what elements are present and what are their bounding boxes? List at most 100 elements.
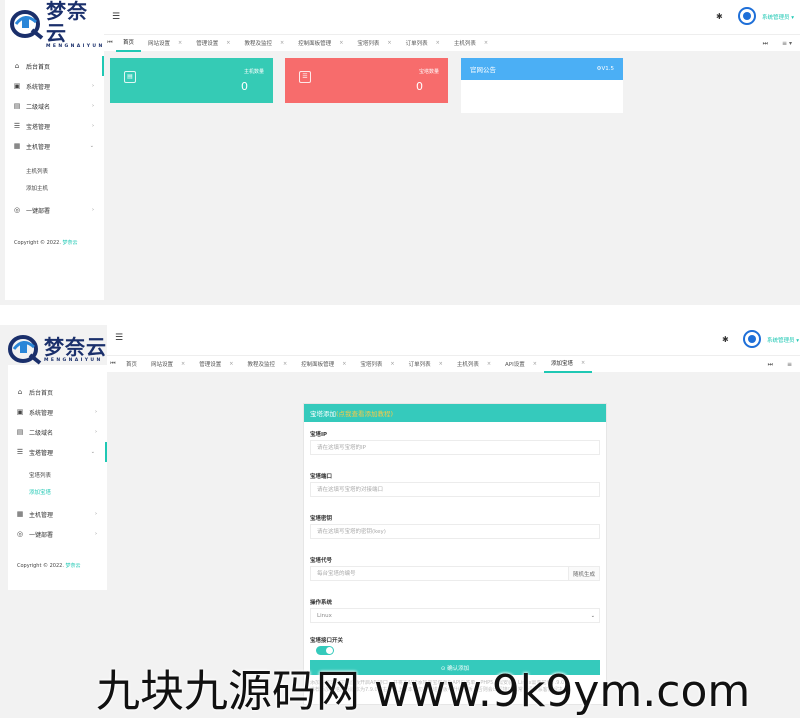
user-menu[interactable]: 系统管理员 ▾ — [767, 336, 799, 344]
sidebar-subitem-host-list[interactable]: 主机列表 — [5, 162, 104, 179]
tab-close-icon[interactable]: × — [226, 40, 230, 46]
tab-item[interactable]: 宝塔列表 × — [350, 35, 398, 52]
tab-item[interactable]: 添加宝塔 × — [543, 356, 593, 373]
tab-close-icon[interactable]: × — [181, 361, 185, 367]
tab-item[interactable]: 订单列表 × — [402, 356, 450, 373]
tab-close-icon[interactable]: × — [387, 40, 391, 46]
tab-close-icon[interactable]: × — [342, 361, 346, 367]
tab-item[interactable]: 订单列表 × — [399, 35, 447, 52]
top-header: ☰ ✱ 系统管理员 ▾ — [107, 325, 800, 355]
tab-close-icon[interactable]: × — [436, 40, 440, 46]
chevron-right-icon: › — [95, 511, 97, 517]
tab-close-icon[interactable]: × — [339, 40, 343, 46]
avatar[interactable] — [743, 330, 761, 348]
chevron-down-icon: ⌄ — [89, 143, 94, 149]
sidebar-item-label: 宝塔管理 — [29, 449, 54, 457]
chevron-right-icon: › — [92, 207, 94, 213]
tabs-menu-icon[interactable]: ≡ — [787, 361, 792, 368]
tab-label: 管理设置 — [196, 41, 219, 47]
sidebar-subitem-add-bt[interactable]: 添加宝塔 — [8, 483, 107, 500]
tab-item[interactable]: 首页 — [116, 35, 142, 52]
palette-icon[interactable]: ✱ — [722, 335, 729, 344]
tab-item[interactable]: 控制面板管理 × — [291, 35, 350, 52]
sidebar-nav: ⌂ 后台首页 ▣ 系统管理 › ▤ 二级域名 › ☰ 宝塔管理 ⌄ 宝塔列表 添… — [8, 382, 107, 544]
tab-close-icon[interactable]: × — [533, 361, 537, 367]
copyright-brand-link[interactable]: 梦奈云 — [63, 240, 78, 246]
sidebar-subitem-add-host[interactable]: 添加主机 — [5, 179, 104, 196]
tabs-menu-icon[interactable]: ≡ ▾ — [782, 40, 792, 47]
tab-close-icon[interactable]: × — [390, 361, 394, 367]
tabs-scroll-right-icon[interactable]: ⏭ — [768, 361, 773, 369]
sidebar-item-system[interactable]: ▣ 系统管理 › — [8, 402, 107, 422]
palette-icon[interactable]: ✱ — [716, 12, 723, 21]
sidebar-item-subdomain[interactable]: ▤ 二级域名 › — [8, 422, 107, 442]
tab-close-icon[interactable]: × — [178, 40, 182, 46]
tabs-scroll-left-icon[interactable]: ⏮ — [104, 39, 116, 47]
hamburger-icon[interactable]: ☰ — [112, 12, 120, 22]
sidebar-nav: ⌂ 后台首页 ▣ 系统管理 › ▤ 二级域名 › ☰ 宝塔管理 › ▦ 主机管理 — [5, 56, 104, 220]
tab-close-icon[interactable]: × — [484, 40, 488, 46]
os-select[interactable]: Linux ⌄ — [310, 608, 600, 623]
tab-close-icon[interactable]: × — [487, 361, 491, 367]
tab-item[interactable]: 教程及监控 × — [237, 35, 291, 52]
sidebar-item-bt[interactable]: ☰ 宝塔管理 › — [5, 116, 104, 136]
sidebar-item-label: 二级域名 — [29, 429, 54, 437]
tab-label: 控制面板管理 — [298, 41, 332, 47]
tab-item[interactable]: 教程及监控 × — [240, 356, 294, 373]
bt-ip-input[interactable] — [310, 440, 600, 455]
tab-close-icon[interactable]: × — [283, 361, 287, 367]
tab-item[interactable]: API设置 × — [498, 356, 544, 373]
sidebar-subitem-bt-list[interactable]: 宝塔列表 — [8, 466, 107, 483]
home-icon: ⌂ — [17, 388, 23, 396]
tab-label: 管理设置 — [199, 362, 222, 368]
deploy-icon: ◎ — [16, 530, 24, 538]
random-generate-button[interactable]: 随机生成 — [568, 566, 600, 581]
sidebar-item-deploy[interactable]: ◎ 一键部署 › — [5, 200, 104, 220]
sidebar-item-home[interactable]: ⌂ 后台首页 — [5, 56, 104, 76]
logo[interactable]: 梦奈云 MENGNAIYUN — [10, 0, 105, 49]
sidebar-item-host[interactable]: ▦ 主机管理 › — [8, 504, 107, 524]
tutorial-link[interactable]: (点我查看添加教程) — [336, 408, 393, 418]
sidebar-item-label: 宝塔管理 — [26, 123, 51, 131]
tab-label: 主机列表 — [453, 41, 476, 47]
copyright-brand-link[interactable]: 梦奈云 — [66, 563, 81, 569]
hamburger-icon[interactable]: ☰ — [115, 333, 123, 343]
tab-close-icon[interactable]: × — [280, 40, 284, 46]
sidebar-item-host[interactable]: ▦ 主机管理 ⌄ — [5, 136, 104, 156]
sidebar-item-deploy[interactable]: ◎ 一键部署 › — [8, 524, 107, 544]
tab-item[interactable]: 控制面板管理 × — [294, 356, 353, 373]
os-select-value: Linux — [317, 612, 332, 619]
tab-label: 首页 — [126, 362, 138, 368]
list-icon: ☰ — [16, 448, 24, 456]
sidebar-item-subdomain[interactable]: ▤ 二级域名 › — [5, 96, 104, 116]
user-menu[interactable]: 系统管理员 ▾ — [762, 13, 794, 21]
tab-item[interactable]: 网站设置 × — [141, 35, 189, 52]
bt-api-toggle[interactable] — [316, 646, 334, 655]
tab-item[interactable]: 网站设置 × — [144, 356, 192, 373]
sidebar-item-home[interactable]: ⌂ 后台首页 — [8, 382, 107, 402]
bt-code-input[interactable] — [310, 566, 569, 581]
bt-key-input[interactable] — [310, 524, 600, 539]
bt-ip-label: 宝塔IP — [310, 432, 328, 438]
tab-close-icon[interactable]: × — [439, 361, 443, 367]
tab-close-icon[interactable]: × — [229, 361, 233, 367]
tab-close-icon[interactable]: × — [581, 360, 585, 366]
tab-item[interactable]: 首页 — [119, 356, 144, 373]
tabs-scroll-right-icon[interactable]: ⏭ — [763, 40, 768, 48]
bt-port-input[interactable] — [310, 482, 600, 497]
logo[interactable]: 梦奈云 MENGNAIYUN — [8, 333, 107, 365]
tabs-scroll-left-icon[interactable]: ⏮ — [107, 360, 119, 368]
stat-value: 0 — [416, 80, 423, 93]
tab-item[interactable]: 管理设置 × — [192, 356, 240, 373]
tab-item[interactable]: 主机列表 × — [447, 35, 495, 52]
sidebar-item-system[interactable]: ▣ 系统管理 › — [5, 76, 104, 96]
avatar[interactable] — [738, 7, 756, 25]
tab-item[interactable]: 管理设置 × — [189, 35, 237, 52]
tab-item[interactable]: 主机列表 × — [450, 356, 498, 373]
bt-port-label: 宝塔端口 — [310, 474, 333, 480]
tab-item[interactable]: 宝塔列表 × — [353, 356, 401, 373]
tab-label: 网站设置 — [148, 41, 171, 47]
sidebar-item-bt[interactable]: ☰ 宝塔管理 ⌄ — [8, 442, 107, 462]
sidebar: 梦奈云 MENGNAIYUN ⌂ 后台首页 ▣ 系统管理 › ▤ 二级域名 › … — [5, 0, 104, 300]
tab-label: 教程及监控 — [244, 41, 272, 47]
